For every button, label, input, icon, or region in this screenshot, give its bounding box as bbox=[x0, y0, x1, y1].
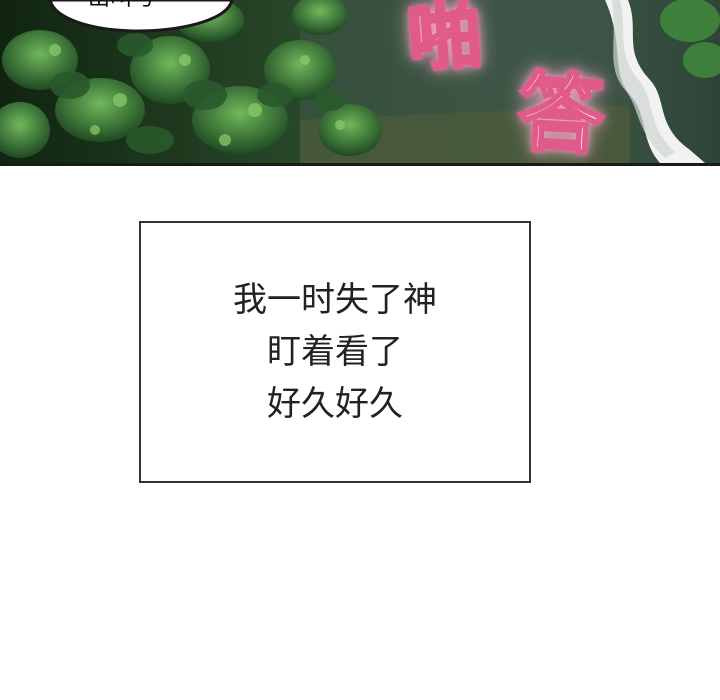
sound-effect-da: 答 bbox=[514, 61, 608, 166]
narration-caption-box: 我一时失了神 盯着看了 好久好久 bbox=[139, 221, 531, 483]
forest-illustration bbox=[0, 0, 720, 163]
caption-line-2: 盯着看了 bbox=[267, 332, 403, 372]
caption-line-1: 我一时失了神 bbox=[233, 280, 437, 320]
sound-effect-pa: 啪 bbox=[404, 0, 487, 84]
comic-panel-top: 出叫与· 啪 答 bbox=[0, 0, 720, 166]
caption-line-3: 好久好久 bbox=[267, 384, 403, 424]
speech-bubble-fragment-text: 出叫与· bbox=[88, 0, 161, 12]
